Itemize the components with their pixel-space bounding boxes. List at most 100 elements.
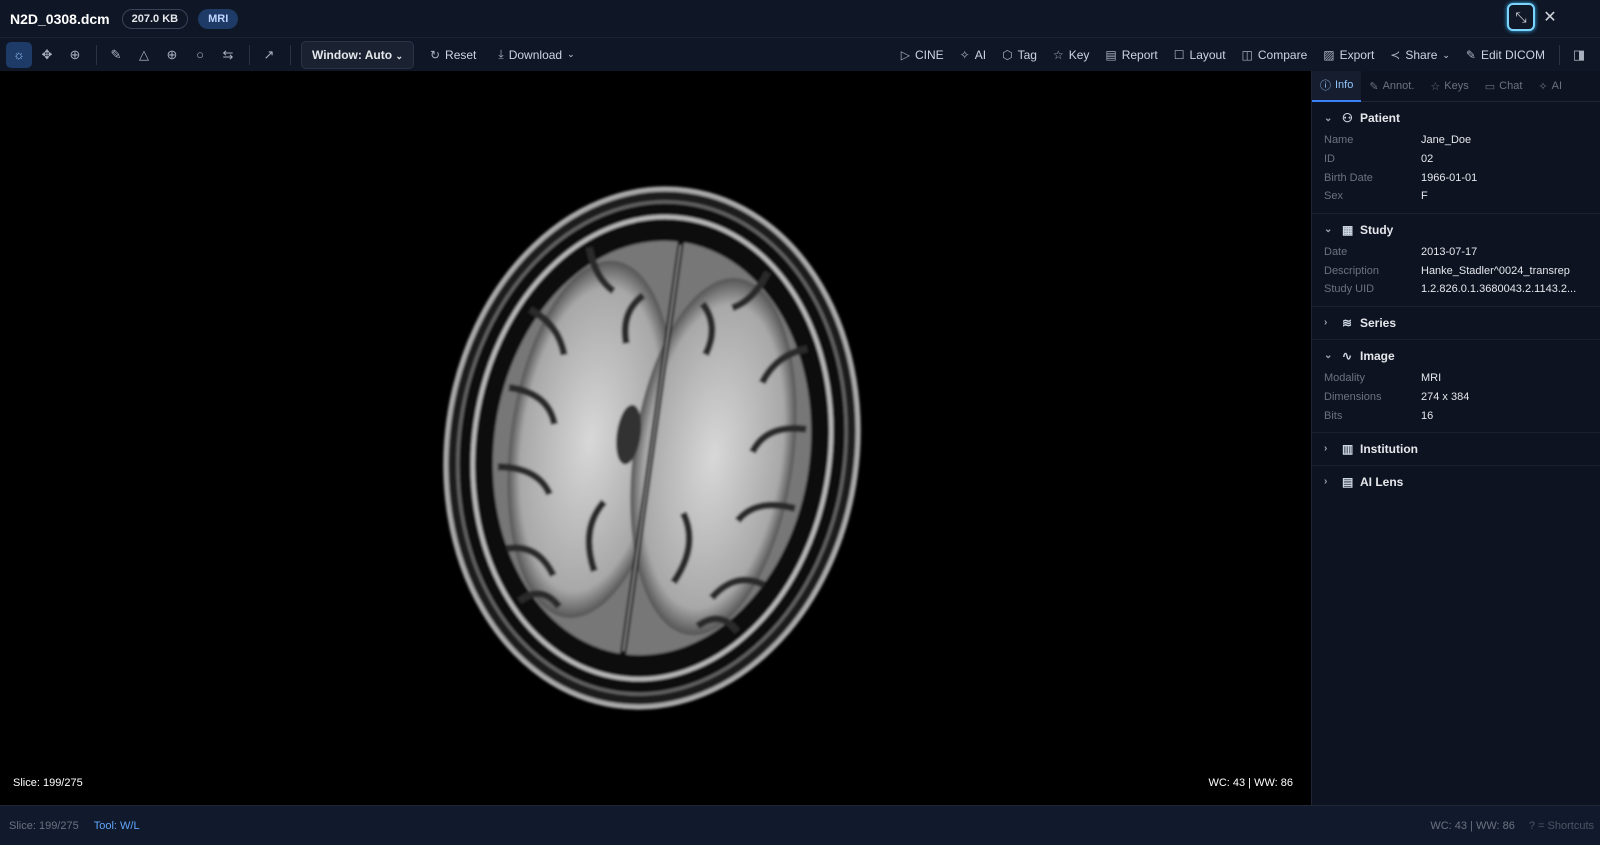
- ai-label: AI: [974, 48, 987, 62]
- field-label: Study UID: [1324, 283, 1375, 296]
- field-label: ID: [1324, 153, 1335, 166]
- section-title: Study: [1360, 222, 1394, 237]
- tab-info[interactable]: ⓘ Info: [1312, 70, 1362, 102]
- report-button[interactable]: ▤ Report: [1097, 48, 1165, 62]
- info-row: Dimensions 274 x 384: [1324, 388, 1600, 407]
- document-icon: ▤: [1105, 48, 1117, 62]
- exit-fullscreen-button[interactable]: ⤡: [1507, 3, 1535, 31]
- tool-flip[interactable]: ⇆: [215, 42, 241, 68]
- field-value: 274 x 384: [1421, 390, 1470, 403]
- image-section: ⌄ ∿ Image Modality MRI Dimensions 274 x 384 …: [1312, 340, 1600, 433]
- download-label: Download: [508, 47, 563, 62]
- info-icon: ⓘ: [1320, 80, 1331, 92]
- key-button[interactable]: ☆ Key: [1045, 48, 1097, 62]
- edit-dicom-button[interactable]: ✎ Edit DICOM: [1458, 48, 1553, 62]
- zoom-in-icon: ⊕: [69, 46, 81, 62]
- tool-crosshair[interactable]: ⊕: [159, 42, 185, 68]
- field-label: Birth Date: [1324, 171, 1373, 184]
- toggle-sidebar-button[interactable]: ◨: [1566, 42, 1592, 68]
- tool-window-level[interactable]: ☼: [6, 41, 32, 68]
- compare-button[interactable]: ◫ Compare: [1234, 48, 1316, 62]
- window-label: Window: Auto: [312, 47, 393, 62]
- chevron-down-icon: ⌄: [1442, 49, 1450, 60]
- export-label: Export: [1339, 48, 1375, 62]
- reset-label: Reset: [445, 47, 477, 62]
- field-label: Name: [1324, 134, 1354, 147]
- divider: [96, 44, 97, 65]
- ai-button[interactable]: ✧ AI: [952, 48, 994, 62]
- divider: [290, 44, 291, 65]
- share-button[interactable]: ≺ Share ⌄: [1382, 48, 1458, 62]
- tool-pan[interactable]: ✥: [34, 42, 60, 68]
- field-value: F: [1421, 190, 1428, 203]
- tab-chat[interactable]: ▭ Chat: [1477, 71, 1531, 102]
- patient-section-header[interactable]: ⌄ ⚇ Patient: [1324, 109, 1600, 127]
- download-button[interactable]: ⤓ Download ⌄: [490, 47, 582, 62]
- shortcuts-hint[interactable]: ? = Shortcuts: [1529, 820, 1594, 832]
- title-bar: N2D_0308.dcm 207.0 KB MRI ⤡ ✕: [0, 0, 1600, 37]
- ai-lens-section-header[interactable]: › ▤ AI Lens: [1324, 473, 1600, 491]
- file-name: N2D_0308.dcm: [10, 10, 110, 27]
- tool-zoom[interactable]: ⊕: [62, 42, 88, 68]
- study-section-header[interactable]: ⌄ ▦ Study: [1324, 221, 1600, 239]
- image-viewport[interactable]: Slice: 199/275 WC: 43 | WW: 86: [0, 71, 1311, 805]
- key-label: Key: [1068, 48, 1090, 62]
- chevron-down-icon: ⌄: [1324, 112, 1333, 124]
- cine-label: CINE: [915, 48, 944, 62]
- info-row: Name Jane_Doe: [1324, 131, 1600, 150]
- info-row: Study UID 1.2.826.0.1.3680043.2.1143.2...: [1324, 280, 1600, 299]
- panel-right-icon: ◨: [1572, 47, 1586, 62]
- tool-arrow[interactable]: ↗: [256, 42, 282, 68]
- sun-icon: ☼: [13, 47, 25, 62]
- field-label: Bits: [1324, 409, 1343, 422]
- tool-angle[interactable]: △: [131, 42, 157, 68]
- field-value: 02: [1421, 153, 1434, 166]
- series-section-header[interactable]: › ≋ Series: [1324, 314, 1600, 332]
- field-value: MRI: [1421, 372, 1442, 385]
- tab-label: Annot.: [1382, 80, 1415, 92]
- section-title: Series: [1360, 315, 1397, 330]
- section-title: Image: [1360, 348, 1395, 363]
- share-label: Share: [1405, 48, 1438, 62]
- chevron-down-icon: ⌄: [395, 50, 403, 61]
- tab-label: Info: [1335, 79, 1354, 91]
- close-button[interactable]: ✕: [1536, 3, 1564, 31]
- tab-keys[interactable]: ☆ Keys: [1422, 71, 1476, 102]
- image-section-header[interactable]: ⌄ ∿ Image: [1324, 347, 1600, 365]
- layout-button[interactable]: ☐ Layout: [1166, 48, 1234, 62]
- chevron-down-icon: ⌄: [1324, 224, 1333, 236]
- modality-badge: MRI: [198, 8, 239, 29]
- study-section: ⌄ ▦ Study Date 2013-07-17 Description Hanke_…: [1312, 214, 1600, 307]
- institution-section-header[interactable]: › ▥ Institution: [1324, 440, 1600, 458]
- user-icon: ⚇: [1342, 111, 1353, 125]
- window-level-overlay: WC: 43 | WW: 86: [1208, 777, 1293, 789]
- ruler-icon: ✎: [110, 46, 122, 62]
- triangle-icon: △: [139, 46, 149, 62]
- tool-length[interactable]: ✎: [103, 42, 129, 68]
- field-label: Modality: [1324, 372, 1365, 385]
- slice-overlay: Slice: 199/275: [13, 777, 83, 789]
- tag-icon: ⬡: [1002, 48, 1013, 62]
- field-value: 16: [1421, 409, 1434, 422]
- tag-button[interactable]: ⬡ Tag: [994, 48, 1045, 62]
- reset-button[interactable]: ↻ Reset: [422, 48, 484, 62]
- info-row: Modality MRI: [1324, 369, 1600, 388]
- circle-icon: ○: [196, 47, 204, 62]
- tab-ai[interactable]: ✧ AI: [1530, 71, 1570, 102]
- collapse-arrows-icon: ⤡: [1515, 8, 1527, 25]
- series-section: › ≋ Series: [1312, 307, 1600, 340]
- tab-label: Keys: [1444, 80, 1469, 92]
- window-preset-dropdown[interactable]: Window: Auto ⌄: [301, 40, 414, 69]
- columns-icon: ◫: [1241, 48, 1253, 62]
- export-button[interactable]: ▨ Export: [1315, 48, 1382, 62]
- tag-label: Tag: [1017, 48, 1037, 62]
- tool-ellipse[interactable]: ○: [187, 42, 213, 68]
- tab-annotations[interactable]: ✎ Annot.: [1361, 71, 1422, 102]
- cine-button[interactable]: ▷ CINE: [893, 48, 952, 62]
- institution-section: › ▥ Institution: [1312, 433, 1600, 466]
- ruler-icon: ✎: [1369, 80, 1379, 93]
- field-label: Date: [1324, 246, 1348, 259]
- info-row: Description Hanke_Stadler^0024_transrep: [1324, 261, 1600, 280]
- tab-label: Chat: [1499, 80, 1523, 92]
- sparkles-icon: ✧: [959, 48, 970, 62]
